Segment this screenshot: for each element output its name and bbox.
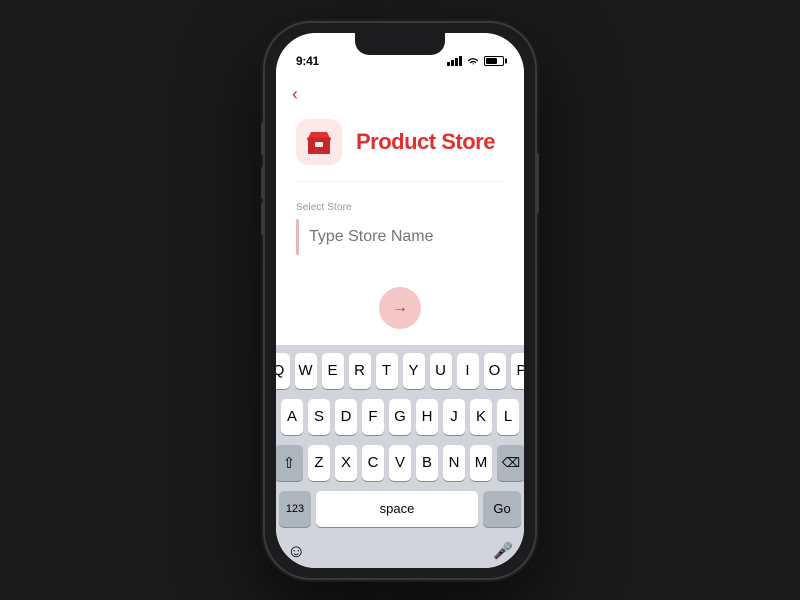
next-arrow-icon: → <box>392 299 408 317</box>
key-u[interactable]: U <box>430 353 452 389</box>
key-a[interactable]: A <box>281 399 303 435</box>
key-w[interactable]: W <box>295 353 317 389</box>
input-left-border <box>296 219 299 255</box>
battery-icon <box>484 56 504 66</box>
key-n[interactable]: N <box>443 445 465 481</box>
keyboard-row-1: Q W E R T Y U I O P <box>279 353 521 389</box>
signal-icon <box>447 56 462 66</box>
emoji-button[interactable]: ☺ <box>287 541 305 562</box>
input-wrapper <box>296 219 504 255</box>
key-c[interactable]: C <box>362 445 384 481</box>
key-i[interactable]: I <box>457 353 479 389</box>
key-x[interactable]: X <box>335 445 357 481</box>
keyboard-row-4: 123 space Go <box>279 491 521 527</box>
key-l[interactable]: L <box>497 399 519 435</box>
keyboard-bottom-row: ☺ 🎤 <box>279 537 521 564</box>
store-icon <box>305 128 333 156</box>
key-q[interactable]: Q <box>276 353 290 389</box>
key-h[interactable]: H <box>416 399 438 435</box>
key-r[interactable]: R <box>349 353 371 389</box>
wifi-icon <box>467 56 479 66</box>
input-section: Select Store <box>276 182 524 271</box>
input-label: Select Store <box>296 202 504 213</box>
key-p[interactable]: P <box>511 353 525 389</box>
numbers-key[interactable]: 123 <box>279 491 311 527</box>
mic-button[interactable]: 🎤 <box>493 541 513 561</box>
delete-key[interactable]: ⌫ <box>497 445 524 481</box>
page-title: Product Store <box>356 129 495 155</box>
keyboard-row-3: ⇧ Z X C V B N M ⌫ <box>279 445 521 481</box>
key-j[interactable]: J <box>443 399 465 435</box>
nav-bar: ‹ <box>276 77 524 109</box>
key-s[interactable]: S <box>308 399 330 435</box>
key-m[interactable]: M <box>470 445 492 481</box>
next-button-area: → <box>276 271 524 345</box>
key-v[interactable]: V <box>389 445 411 481</box>
space-key[interactable]: space <box>316 491 478 527</box>
key-b[interactable]: B <box>416 445 438 481</box>
key-z[interactable]: Z <box>308 445 330 481</box>
keyboard-row-2: A S D F G H J K L <box>279 399 521 435</box>
key-g[interactable]: G <box>389 399 411 435</box>
key-f[interactable]: F <box>362 399 384 435</box>
phone-screen: 9:41 ‹ <box>276 33 524 568</box>
key-e[interactable]: E <box>322 353 344 389</box>
key-t[interactable]: T <box>376 353 398 389</box>
key-d[interactable]: D <box>335 399 357 435</box>
phone-frame: 9:41 ‹ <box>265 23 535 578</box>
store-icon-wrapper <box>296 119 342 165</box>
back-button[interactable]: ‹ <box>292 84 298 104</box>
keyboard: Q W E R T Y U I O P A S D F G <box>276 345 524 568</box>
status-icons <box>447 56 504 66</box>
status-time: 9:41 <box>296 54 319 68</box>
status-bar: 9:41 <box>276 33 524 77</box>
go-key[interactable]: Go <box>483 491 521 527</box>
shift-key[interactable]: ⇧ <box>276 445 303 481</box>
key-y[interactable]: Y <box>403 353 425 389</box>
key-o[interactable]: O <box>484 353 506 389</box>
store-name-input[interactable] <box>309 228 504 246</box>
next-button[interactable]: → <box>379 287 421 329</box>
header-section: Product Store <box>276 109 524 181</box>
app-content: ‹ Product Store <box>276 77 524 568</box>
key-k[interactable]: K <box>470 399 492 435</box>
notch <box>355 33 445 55</box>
